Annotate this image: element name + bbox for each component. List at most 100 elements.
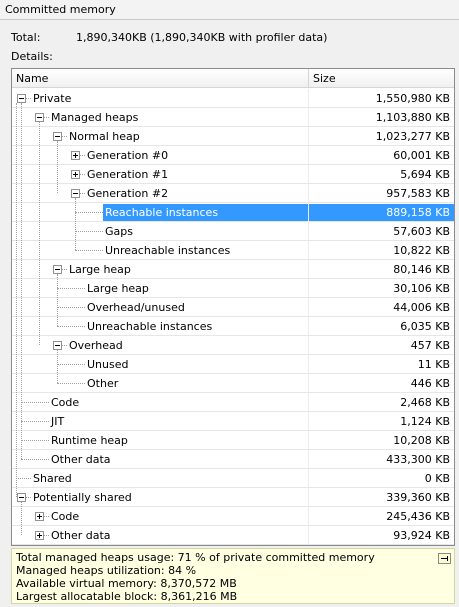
tree-connector — [39, 122, 40, 345]
expand-icon[interactable] — [35, 512, 44, 521]
row-size: 10,208 KB — [393, 434, 450, 447]
tree-row[interactable]: Reachable instances 889,158 KB — [12, 203, 454, 222]
tree-row[interactable]: Managed heaps 1,103,880 KB — [12, 108, 454, 127]
column-header-name[interactable]: Name — [12, 69, 309, 88]
tree-connector — [44, 117, 49, 118]
tree-row[interactable]: Code 2,468 KB — [12, 393, 454, 412]
tree-connector — [21, 402, 49, 403]
tree-row[interactable]: Unreachable instances 10,822 KB — [12, 241, 454, 260]
total-value: 1,890,340KB (1,890,340KB with profiler d… — [76, 31, 328, 44]
tree-connector — [80, 193, 85, 194]
row-name: Generation #0 — [87, 149, 169, 162]
row-name: Large heap — [87, 282, 149, 295]
row-size: 30,106 KB — [393, 282, 450, 295]
tree-row[interactable]: Other 446 KB — [12, 374, 454, 393]
tree-row[interactable]: Generation #1 5,694 KB — [12, 165, 454, 184]
row-name: Reachable instances — [105, 206, 219, 219]
row-name: Potentially shared — [33, 491, 132, 504]
expand-icon[interactable] — [35, 531, 44, 540]
row-name: Unreachable instances — [87, 320, 213, 333]
tree-connector — [80, 174, 85, 175]
tree-connector — [57, 274, 58, 326]
row-size: 457 KB — [410, 339, 450, 352]
panel-title: Committed memory — [0, 0, 459, 20]
available-virtual-memory-text: Available virtual memory: 8,370,572 MB — [16, 577, 237, 590]
row-name: Generation #1 — [87, 168, 169, 181]
tree-row[interactable]: Private 1,550,980 KB — [12, 89, 454, 108]
tree-row[interactable]: Unreachable instances 6,035 KB — [12, 317, 454, 336]
tree-rows: Private 1,550,980 KB Managed heaps 1,103,88… — [12, 89, 454, 545]
memory-tree[interactable]: Name Size Private 1,550,980 KB Managed hea… — [11, 68, 455, 546]
row-size: 57,603 KB — [393, 225, 450, 238]
tree-connector — [75, 198, 76, 250]
collapse-icon[interactable] — [17, 493, 26, 502]
row-name: Gaps — [105, 225, 133, 238]
tree-connector — [21, 103, 22, 459]
tree-row[interactable]: Other data 433,300 KB — [12, 450, 454, 469]
tree-row[interactable]: Code 245,436 KB — [12, 507, 454, 526]
row-name: Private — [33, 92, 72, 105]
collapse-icon[interactable] — [53, 341, 62, 350]
tree-row[interactable]: Potentially shared 339,360 KB — [12, 488, 454, 507]
collapse-icon[interactable] — [35, 113, 44, 122]
tree-row[interactable]: Other data 93,924 KB — [12, 526, 454, 545]
total-label: Total: — [11, 31, 41, 44]
tree-row[interactable]: Overhead/unused 44,006 KB — [12, 298, 454, 317]
row-name: Managed heaps — [51, 111, 139, 124]
tree-row[interactable]: Generation #0 60,001 KB — [12, 146, 454, 165]
tree-connector — [16, 478, 31, 479]
tree-connector — [44, 535, 49, 536]
largest-allocatable-block-text: Largest allocatable block: 8,361,216 MB — [16, 590, 238, 603]
collapse-icon[interactable] — [17, 94, 26, 103]
row-name: JIT — [51, 415, 65, 428]
row-size: 1,124 KB — [400, 415, 450, 428]
row-name: Normal heap — [69, 130, 140, 143]
row-name: Unused — [87, 358, 129, 371]
tree-row[interactable]: Shared 0 KB — [12, 469, 454, 488]
tree-connector — [16, 103, 17, 497]
tree-connector — [57, 383, 85, 384]
managed-heaps-utilization-text: Managed heaps utilization: 84 % — [16, 564, 197, 577]
row-size: 80,146 KB — [393, 263, 450, 276]
tree-connector — [26, 497, 31, 498]
row-size: 10,822 KB — [393, 244, 450, 257]
row-size: 6,035 KB — [400, 320, 450, 333]
expand-icon[interactable] — [71, 170, 80, 179]
collapse-icon[interactable] — [53, 132, 62, 141]
row-size: 1,023,277 KB — [375, 130, 450, 143]
column-header-size[interactable]: Size — [309, 69, 454, 88]
row-name: Other data — [51, 453, 111, 466]
tree-connector — [57, 307, 85, 308]
tree-connector — [26, 98, 31, 99]
tree-row[interactable]: Generation #2 957,583 KB — [12, 184, 454, 203]
tree-row[interactable]: Normal heap 1,023,277 KB — [12, 127, 454, 146]
row-size: 44,006 KB — [393, 301, 450, 314]
tree-row[interactable]: Unused 11 KB — [12, 355, 454, 374]
row-size: 339,360 KB — [386, 491, 450, 504]
tree-row[interactable]: JIT 1,124 KB — [12, 412, 454, 431]
expand-icon[interactable] — [71, 151, 80, 160]
tree-connector — [57, 326, 85, 327]
row-name: Unreachable instances — [105, 244, 231, 257]
row-size: 957,583 KB — [386, 187, 450, 200]
tree-connector — [44, 516, 49, 517]
tree-row[interactable]: Large heap 80,146 KB — [12, 260, 454, 279]
pin-icon[interactable] — [438, 553, 451, 564]
tree-row[interactable]: Gaps 57,603 KB — [12, 222, 454, 241]
tree-connector — [75, 212, 103, 213]
row-name: Code — [51, 510, 80, 523]
collapse-icon[interactable] — [53, 265, 62, 274]
tree-connector — [57, 350, 58, 383]
row-name: Shared — [33, 472, 72, 485]
tree-row[interactable]: Large heap 30,106 KB — [12, 279, 454, 298]
tree-row[interactable]: Runtime heap 10,208 KB — [12, 431, 454, 450]
tree-connector — [75, 231, 103, 232]
row-name: Other — [87, 377, 119, 390]
tree-connector — [80, 155, 85, 156]
row-size: 11 KB — [417, 358, 450, 371]
tree-row[interactable]: Overhead 457 KB — [12, 336, 454, 355]
tree-connector — [75, 250, 103, 251]
collapse-icon[interactable] — [71, 189, 80, 198]
tree-connector — [62, 269, 67, 270]
row-name: Other data — [51, 529, 111, 542]
